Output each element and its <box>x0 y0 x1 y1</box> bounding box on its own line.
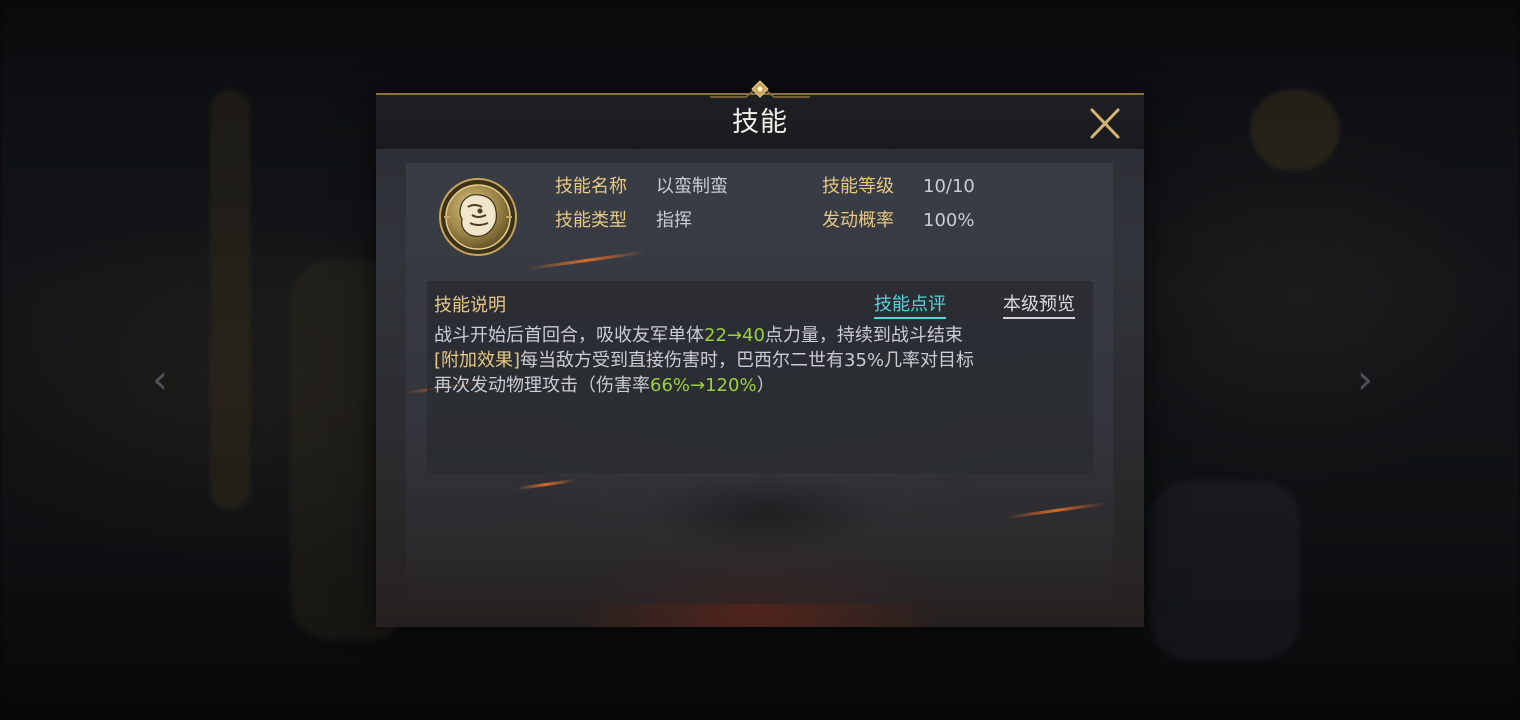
trigger-rate-value: 100% <box>923 210 975 231</box>
skill-level-label: 技能等级 <box>822 176 894 197</box>
skill-content-panel: 技能名称 以蛮制蛮 技能等级 10/10 技能类型 指挥 发动概率 100% 技… <box>406 163 1113 604</box>
ember-streak <box>526 250 646 271</box>
description-line: 再次发动物理攻击（伤害率66%→120%） <box>434 373 1084 398</box>
bonus-effect-tag: [附加效果] <box>434 350 521 371</box>
description-segment: 点力量，持续到战斗结束 <box>764 325 963 346</box>
description-line: 战斗开始后首回合，吸收友军单体22→40点力量，持续到战斗结束 <box>434 323 1084 348</box>
description-segment: 每当敌方受到直接伤害时，巴西尔二世有35%几率对目标 <box>520 350 975 371</box>
highlight-value: 66%→120% <box>650 375 757 396</box>
skill-review-link[interactable]: 技能点评 <box>874 290 946 319</box>
dialog-titlebar: 技能 <box>376 80 1144 149</box>
left-arrow-icon: ‹ <box>152 357 168 403</box>
skill-type-value: 指挥 <box>656 210 692 231</box>
dialog-title: 技能 <box>732 107 788 138</box>
skill-type-label: 技能类型 <box>555 210 627 231</box>
right-arrow-icon: › <box>1357 357 1373 403</box>
ember-streak <box>516 478 576 491</box>
description-segment: 战斗开始后首回合，吸收友军单体 <box>434 325 704 346</box>
trigger-rate-label: 发动概率 <box>822 210 894 231</box>
skill-name-value: 以蛮制蛮 <box>656 176 728 197</box>
description-text: 战斗开始后首回合，吸收友军单体22→40点力量，持续到战斗结束 [附加效果]每当… <box>434 323 1084 398</box>
highlight-value: 22→40 <box>704 325 765 346</box>
skill-name-label: 技能名称 <box>555 176 627 197</box>
skill-dialog: 技能 技能名称 以蛮制蛮 技能等级 10/10 技能类型 指挥 发动概率 100… <box>376 80 1144 627</box>
skill-level-value: 10/10 <box>923 176 975 197</box>
close-button[interactable] <box>1084 105 1126 143</box>
description-segment: 再次发动物理攻击（伤害率 <box>434 375 650 396</box>
description-title: 技能说明 <box>434 295 506 316</box>
description-line: [附加效果]每当敌方受到直接伤害时，巴西尔二世有35%几率对目标 <box>434 348 1084 373</box>
close-icon <box>1090 108 1120 139</box>
skill-description-box: 技能说明 技能点评 本级预览 战斗开始后首回合，吸收友军单体22→40点力量，持… <box>427 281 1093 473</box>
ember-streak <box>1006 502 1106 519</box>
level-preview-link[interactable]: 本级预览 <box>1003 290 1075 319</box>
beast-head-emblem-icon <box>439 178 517 256</box>
description-segment: ） <box>756 375 775 396</box>
